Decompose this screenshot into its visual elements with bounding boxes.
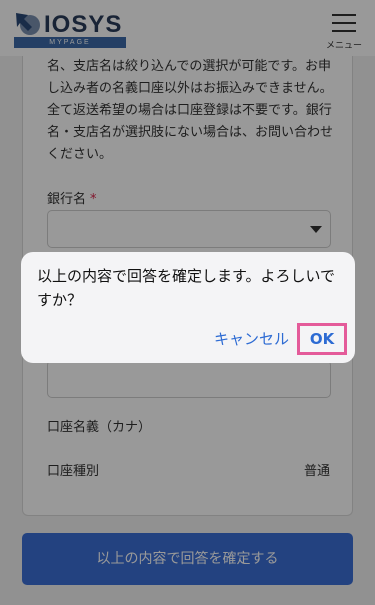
cancel-button[interactable]: キャンセル xyxy=(214,328,289,349)
ok-button[interactable]: OK xyxy=(297,323,347,355)
confirm-dialog: 以上の内容で回答を確定します。よろしいですか？ キャンセル OK xyxy=(21,252,355,363)
dialog-message: 以上の内容で回答を確定します。よろしいですか？ xyxy=(37,267,336,309)
